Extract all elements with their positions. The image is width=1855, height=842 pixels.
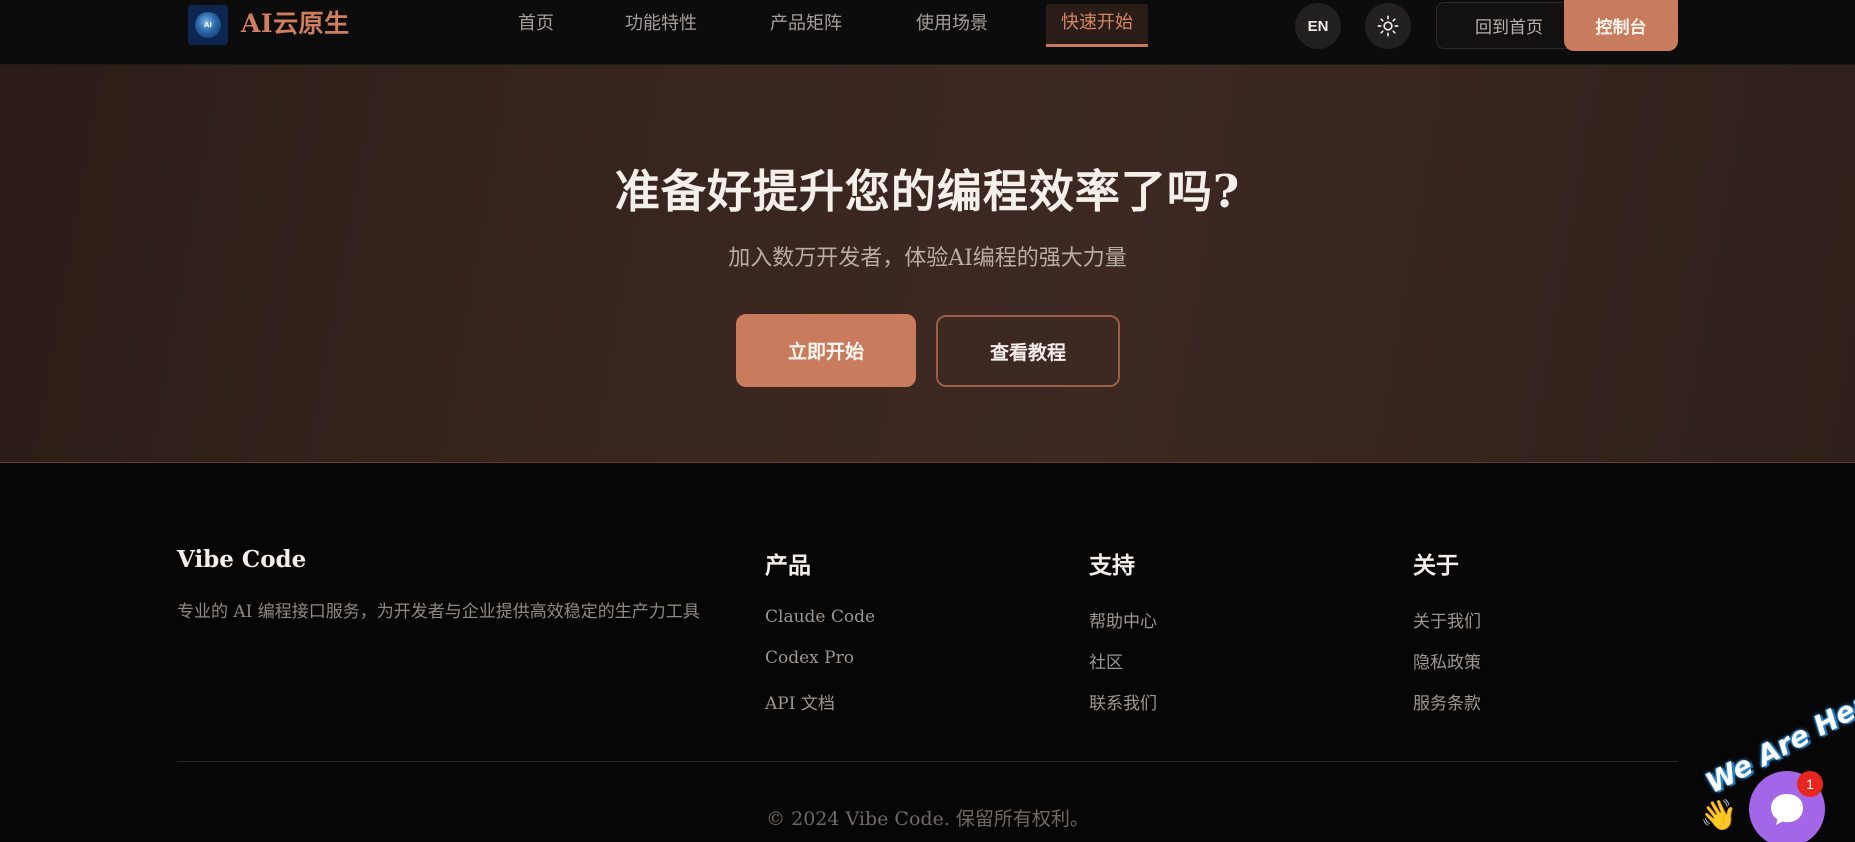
- brand-name[interactable]: AI云原生: [241, 7, 350, 41]
- get-started-button[interactable]: 立即开始: [736, 314, 916, 387]
- nav-link-features[interactable]: 功能特性: [625, 6, 697, 42]
- footer-link-claude-code[interactable]: Claude Code: [765, 607, 875, 627]
- footer-column-title-products: 产品: [765, 552, 811, 579]
- top-navbar: AI AI云原生 首页 功能特性 产品矩阵 使用场景 快速开始 EN 回到首页 …: [0, 0, 1855, 65]
- footer-divider: [177, 761, 1678, 762]
- console-button[interactable]: 控制台: [1564, 0, 1678, 51]
- waving-hand-icon: 👋: [1700, 798, 1738, 833]
- footer-link-about-us[interactable]: 关于我们: [1413, 607, 1481, 632]
- logo-orb-icon: AI: [195, 12, 221, 38]
- footer-column-title-about: 关于: [1413, 552, 1459, 579]
- nav-link-products[interactable]: 产品矩阵: [770, 6, 842, 42]
- sun-icon: [1377, 15, 1399, 37]
- theme-toggle-button[interactable]: [1365, 3, 1411, 49]
- cta-title: 准备好提升您的编程效率了吗?: [614, 165, 1241, 218]
- unread-count-badge: 1: [1797, 771, 1823, 797]
- cta-section: 准备好提升您的编程效率了吗? 加入数万开发者，体验AI编程的强大力量 立即开始 …: [0, 65, 1855, 463]
- footer-column-title-support: 支持: [1089, 552, 1135, 579]
- footer-description: 专业的 AI 编程接口服务，为开发者与企业提供高效稳定的生产力工具: [177, 602, 700, 622]
- language-toggle-button[interactable]: EN: [1295, 3, 1341, 49]
- footer-link-community[interactable]: 社区: [1089, 648, 1123, 673]
- footer-brand: Vibe Code: [177, 546, 307, 573]
- cta-subtitle: 加入数万开发者，体验AI编程的强大力量: [728, 246, 1127, 271]
- footer-link-codex-pro[interactable]: Codex Pro: [765, 648, 854, 668]
- chat-bubble-icon: [1771, 794, 1803, 825]
- back-home-button[interactable]: 回到首页: [1436, 2, 1582, 49]
- view-tutorial-button[interactable]: 查看教程: [936, 315, 1120, 387]
- footer-link-privacy[interactable]: 隐私政策: [1413, 648, 1481, 673]
- nav-link-scenarios[interactable]: 使用场景: [916, 6, 988, 42]
- footer-link-terms[interactable]: 服务条款: [1413, 689, 1481, 714]
- footer-link-api-docs[interactable]: API 文档: [765, 689, 835, 714]
- footer-link-contact[interactable]: 联系我们: [1089, 689, 1157, 714]
- nav-link-quickstart[interactable]: 快速开始: [1046, 4, 1148, 47]
- copyright-text: © 2024 Vibe Code. 保留所有权利。: [766, 808, 1089, 830]
- footer-link-help-center[interactable]: 帮助中心: [1089, 607, 1157, 632]
- brand-logo[interactable]: AI: [188, 5, 228, 45]
- nav-link-home[interactable]: 首页: [518, 6, 554, 42]
